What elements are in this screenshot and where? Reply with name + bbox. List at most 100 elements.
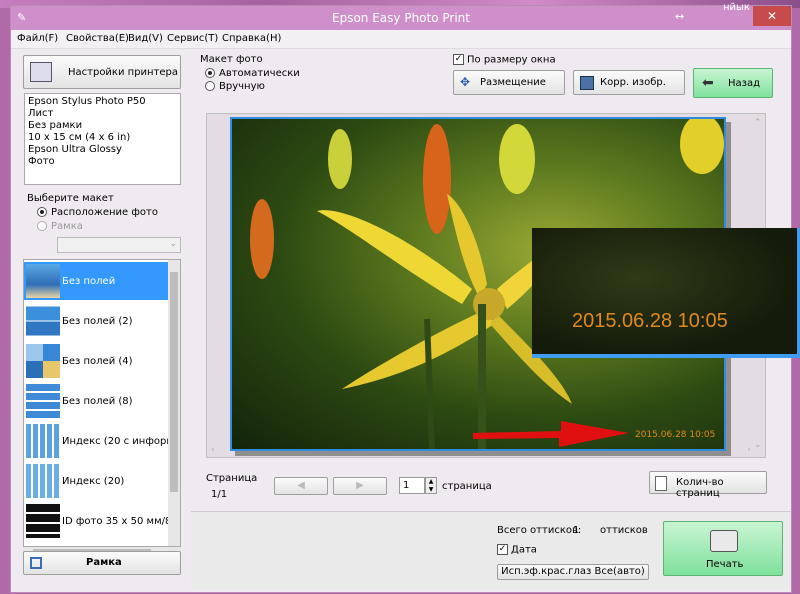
photo-layout-label: Макет фото xyxy=(200,54,263,65)
printer-info-line: Лист xyxy=(28,108,54,119)
layout-thumbnail xyxy=(26,264,60,298)
resize-icon[interactable]: ↔ xyxy=(675,10,684,23)
layout-thumbnail xyxy=(26,304,60,338)
auto-option[interactable]: Автоматически xyxy=(205,68,300,79)
date-checkbox[interactable]: ✓ Дата xyxy=(497,544,537,556)
printer-settings-button[interactable]: Настройки принтера xyxy=(23,55,181,89)
layout-thumbnail xyxy=(26,384,60,418)
printer-icon xyxy=(30,62,52,82)
fit-window-checkbox[interactable]: ✓ По размеру окна xyxy=(453,54,556,66)
option-label: Расположение фото xyxy=(51,207,158,218)
list-item[interactable]: Индекс (20 с информа xyxy=(24,422,180,460)
list-item[interactable]: ID фото 35 x 50 мм/8 на xyxy=(24,502,180,540)
frame-dropdown: ⌄ xyxy=(57,237,181,253)
layout-thumbnail xyxy=(26,504,60,538)
checkbox-icon: ✓ xyxy=(497,544,508,555)
move-arrows-icon: ✥ xyxy=(460,75,471,89)
left-panel: Настройки принтера Epson Stylus Photo P5… xyxy=(19,53,185,583)
zoomed-date-stamp: 2015.06.28 10:05 xyxy=(572,310,728,332)
list-item-label: Индекс (20 с информа xyxy=(62,436,181,447)
list-vertical-scrollbar[interactable] xyxy=(168,260,180,546)
list-item-label: Без полей (8) xyxy=(62,396,133,407)
pages-icon xyxy=(655,476,667,491)
checkbox-label: Дата xyxy=(511,544,537,556)
menu-view[interactable]: Вид(V) xyxy=(128,33,163,44)
list-item[interactable]: Индекс (20) xyxy=(24,462,168,500)
layout-thumbnail xyxy=(26,464,60,498)
menu-help[interactable]: Справка(H) xyxy=(222,33,281,44)
frame-button[interactable]: Рамка xyxy=(23,551,181,575)
page-number-input[interactable]: 1 xyxy=(399,477,425,494)
printer-settings-label: Настройки принтера xyxy=(68,67,179,78)
print-label: Печать xyxy=(706,559,744,570)
date-zoom-inset: 2015.06.28 10:05 xyxy=(532,228,800,358)
list-item-label: ID фото 35 x 50 мм/8 на xyxy=(62,516,181,527)
layout-frame-option: Рамка xyxy=(37,221,83,232)
list-item-label: Без полей (2) xyxy=(62,316,133,327)
photo-date-stamp: 2015.06.28 10:05 xyxy=(635,430,716,440)
redeye-button[interactable]: Исп.эф.крас.глаз Все(авто) xyxy=(497,564,649,580)
frame-icon xyxy=(30,557,42,569)
close-button[interactable]: ✕ xyxy=(753,6,791,26)
correct-image-button[interactable]: Корр. изобр. xyxy=(573,70,685,95)
page-input-value: 1 xyxy=(403,480,410,491)
layout-photo-option[interactable]: Расположение фото xyxy=(37,207,158,218)
scroll-down-icon[interactable]: ⌄ xyxy=(754,440,762,450)
image-icon xyxy=(580,76,594,90)
scroll-left-icon[interactable]: ‹ xyxy=(211,445,215,455)
page-count-button[interactable]: Колич-во страниц xyxy=(649,471,767,499)
scroll-up-icon[interactable]: ⌃ xyxy=(754,118,762,128)
option-label: Автоматически xyxy=(219,68,300,79)
page-count-label: Колич-во страниц xyxy=(676,477,724,499)
list-item[interactable]: Без полей xyxy=(24,262,168,300)
window-title: Epson Easy Photo Print xyxy=(332,11,470,25)
next-page-button[interactable]: ▶ xyxy=(333,477,387,495)
menu-tools[interactable]: Сервис(T) xyxy=(167,33,218,44)
printer-info-line: Epson Ultra Glossy xyxy=(28,144,122,155)
checkbox-icon: ✓ xyxy=(453,54,464,65)
page-spinner[interactable]: ▲ ▼ xyxy=(425,477,437,494)
app-window: ✎ Epson Easy Photo Print ↔ нйык ✕ Файл(F… xyxy=(10,2,800,593)
chevron-down-icon: ⌄ xyxy=(169,239,177,249)
menu-properties[interactable]: Свойства(E) xyxy=(66,33,129,44)
printer-info-line: Epson Stylus Photo P50 xyxy=(28,96,146,107)
layout-thumbnail xyxy=(26,424,60,458)
back-arrow-icon: ⬅ xyxy=(702,75,714,91)
placement-label: Размещение xyxy=(480,77,546,88)
layout-thumbnail xyxy=(26,344,60,378)
printer-info-line: Без рамки xyxy=(28,120,83,131)
total-prints-label: Всего оттисков: xyxy=(497,525,582,536)
radio-icon xyxy=(205,81,215,91)
list-item[interactable]: Без полей (4) xyxy=(24,342,168,380)
total-prints-value: 1 xyxy=(573,525,580,536)
radio-icon xyxy=(37,221,47,231)
title-bar[interactable]: ✎ Epson Easy Photo Print ↔ нйык ✕ xyxy=(11,2,791,30)
frame-button-label: Рамка xyxy=(86,557,122,568)
printer-info-box: Epson Stylus Photo P50 Лист Без рамки 10… xyxy=(24,93,181,185)
page-value: 1/1 xyxy=(211,489,228,500)
printer-info-line: 10 x 15 см (4 x 6 in) xyxy=(28,132,131,143)
print-button[interactable]: Печать xyxy=(663,521,783,576)
next-arrow-icon: ▶ xyxy=(356,480,364,491)
option-label: Рамка xyxy=(51,221,83,232)
language-indicator: нйык xyxy=(723,2,750,13)
layout-list[interactable]: Без полей Без полей (2) Без полей (4) Бе… xyxy=(23,259,181,547)
prints-unit: оттисков xyxy=(600,525,648,536)
list-item[interactable]: Без полей (2) xyxy=(24,302,168,340)
layout-heading: Выберите макет xyxy=(27,193,114,204)
checkbox-label: По размеру окна xyxy=(467,54,556,66)
printer-info-line: Фото xyxy=(28,156,55,167)
back-label: Назад xyxy=(728,78,761,89)
list-item-label: Индекс (20) xyxy=(62,476,125,487)
printer-icon xyxy=(710,530,738,552)
menu-file[interactable]: Файл(F) xyxy=(17,33,58,44)
scrollbar-thumb[interactable] xyxy=(170,272,178,492)
back-button[interactable]: ⬅ Назад xyxy=(693,68,773,98)
prev-page-button[interactable]: ◀ xyxy=(274,477,328,495)
page-unit: страница xyxy=(442,481,492,492)
placement-button[interactable]: ✥ Размещение xyxy=(453,70,565,95)
scroll-right-icon[interactable]: › xyxy=(747,445,751,455)
list-item[interactable]: Без полей (8) xyxy=(24,382,168,420)
list-item-label: Без полей (4) xyxy=(62,356,133,367)
manual-option[interactable]: Вручную xyxy=(205,81,265,92)
